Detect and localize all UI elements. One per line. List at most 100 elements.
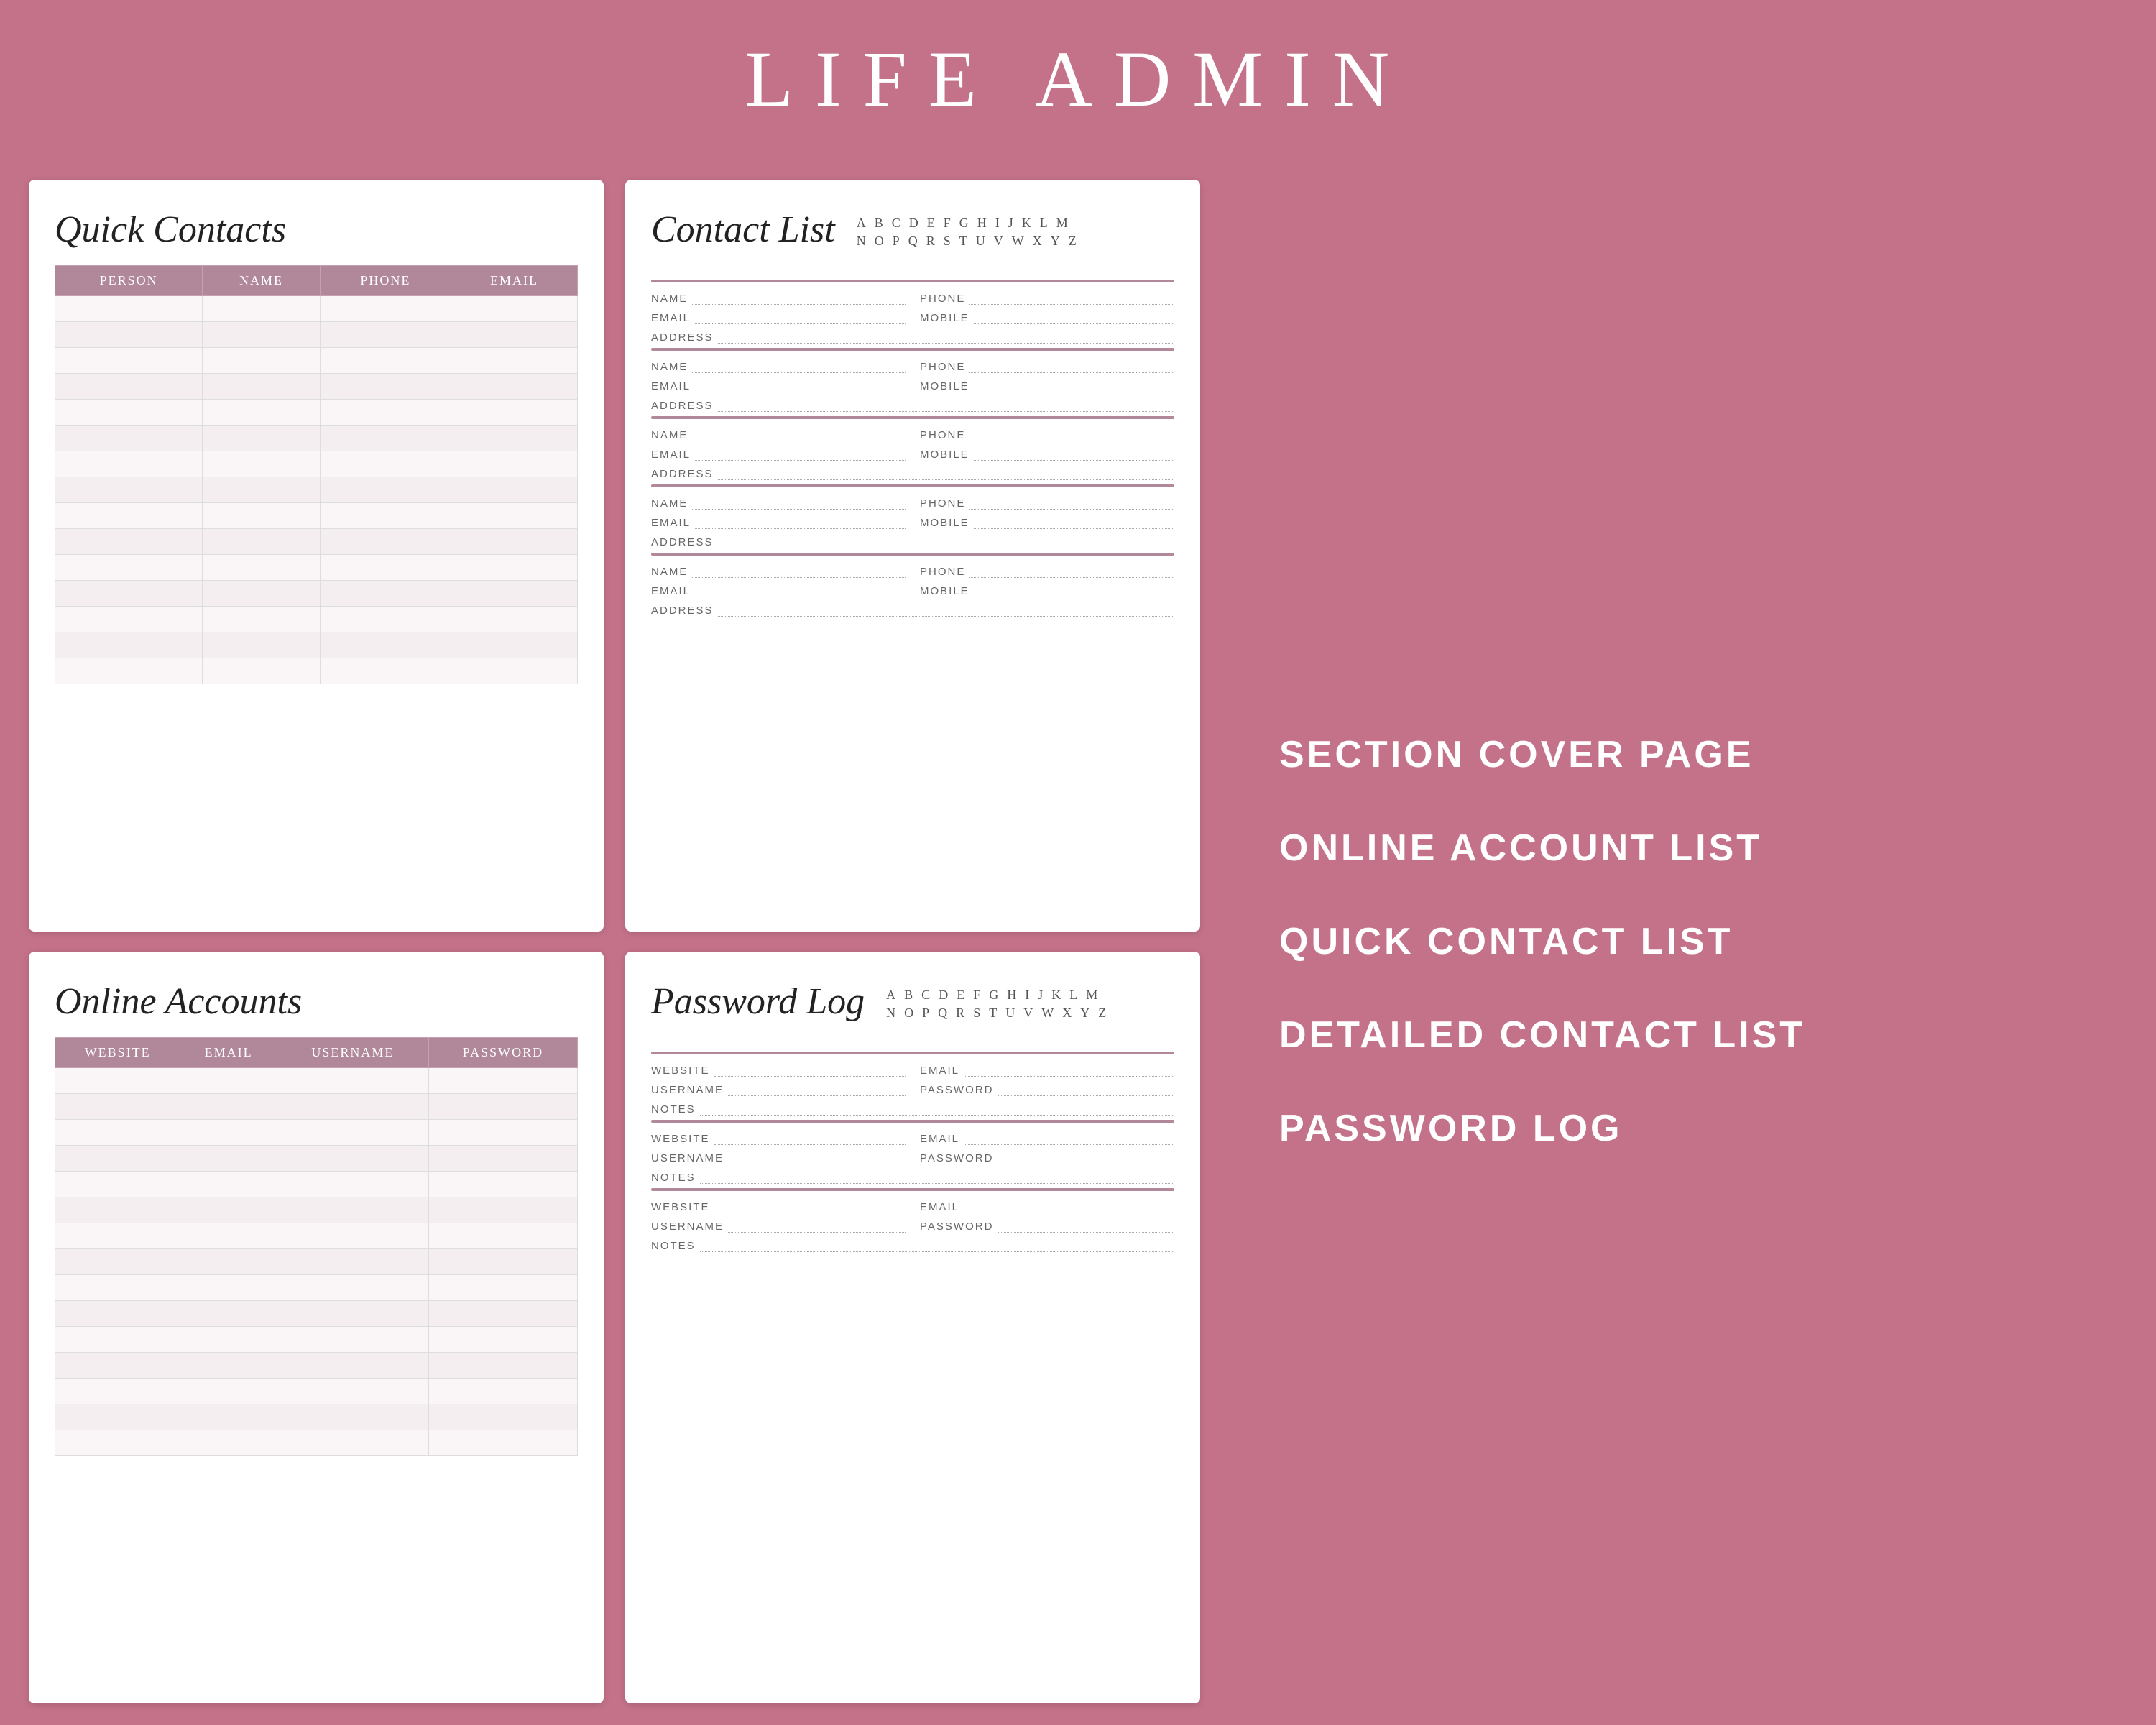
table-row — [55, 426, 578, 451]
quick-contacts-table: PERSON NAME PHONE EMAIL — [55, 265, 578, 684]
table-header-row: WEBSITE EMAIL USERNAME PASSWORD — [55, 1038, 578, 1068]
col-email: EMAIL — [451, 266, 578, 296]
contact-name-field: NAME — [651, 293, 906, 305]
contact-entry: NAME PHONE EMAIL MOBILE ADDRESS — [651, 280, 1174, 344]
contact-phone-field: PHONE — [920, 497, 1174, 510]
password-log-card: Password Log ABCDEFGHIJKLM NOPQRSTUVWXYZ… — [625, 952, 1200, 1703]
table-row — [55, 322, 578, 348]
col-password: PASSWORD — [428, 1038, 577, 1068]
table-row — [55, 1275, 578, 1301]
contact-phone-field: PHONE — [920, 293, 1174, 305]
mid-column: Contact List ABCDEFGHIJKLM NOPQRSTUVWXYZ… — [625, 180, 1200, 1703]
alphabet-row1: ABCDEFGHIJKLM — [857, 216, 1078, 231]
password-entry: WEBSITE EMAIL USERNAME PASSWORD NOTES — [651, 1120, 1174, 1184]
contact-divider — [651, 348, 1174, 351]
contact-list-card: Contact List ABCDEFGHIJKLM NOPQRSTUVWXYZ… — [625, 180, 1200, 932]
pw-email-field: EMAIL — [920, 1201, 1174, 1213]
table-row — [55, 1094, 578, 1120]
contact-name-field: NAME — [651, 566, 906, 578]
table-row — [55, 529, 578, 555]
table-row — [55, 1327, 578, 1353]
main-content: Quick Contacts PERSON NAME PHONE EMAIL O… — [0, 158, 2156, 1725]
sidebar-item-quick-contact[interactable]: QUICK CONTACT LIST — [1279, 920, 1733, 963]
online-accounts-card: Online Accounts WEBSITE EMAIL USERNAME P… — [29, 952, 604, 1703]
table-row — [55, 581, 578, 607]
contact-name-field: NAME — [651, 361, 906, 373]
contact-entries: NAME PHONE EMAIL MOBILE ADDRESS NAME — [651, 280, 1174, 617]
page-title: LIFE ADMIN — [745, 34, 1411, 125]
password-alphabet-row2: NOPQRSTUVWXYZ — [886, 1006, 1107, 1021]
sidebar-item-section-cover[interactable]: SECTION COVER PAGE — [1279, 733, 1754, 776]
contact-mobile-field: MOBILE — [920, 585, 1174, 597]
table-row — [55, 348, 578, 374]
col-email: EMAIL — [180, 1038, 277, 1068]
table-row — [55, 1430, 578, 1456]
password-alphabet-row1: ABCDEFGHIJKLM — [886, 988, 1107, 1003]
contact-name-field: NAME — [651, 429, 906, 441]
sidebar-item-online-account[interactable]: ONLINE ACCOUNT LIST — [1279, 827, 1762, 870]
contact-name-field: NAME — [651, 497, 906, 510]
pw-username-field: USERNAME — [651, 1084, 906, 1096]
pw-email-field: EMAIL — [920, 1064, 1174, 1077]
table-row — [55, 296, 578, 322]
contact-entry: NAME PHONE EMAIL MOBILE ADDRESS — [651, 348, 1174, 412]
table-row — [55, 658, 578, 684]
col-username: USERNAME — [277, 1038, 428, 1068]
left-column: Quick Contacts PERSON NAME PHONE EMAIL O… — [29, 180, 604, 1703]
pw-email-field: EMAIL — [920, 1133, 1174, 1145]
col-person: PERSON — [55, 266, 203, 296]
pw-website-field: WEBSITE — [651, 1064, 906, 1077]
password-alphabet-container: ABCDEFGHIJKLM NOPQRSTUVWXYZ — [886, 980, 1107, 1021]
alphabet-row2: NOPQRSTUVWXYZ — [857, 234, 1078, 249]
contact-mobile-field: MOBILE — [920, 380, 1174, 392]
table-row — [55, 1404, 578, 1430]
contact-divider — [651, 484, 1174, 487]
table-row — [55, 1068, 578, 1094]
pw-username-field: USERNAME — [651, 1220, 906, 1233]
table-row — [55, 632, 578, 658]
password-divider — [651, 1188, 1174, 1191]
table-row — [55, 555, 578, 581]
password-log-header: Password Log ABCDEFGHIJKLM NOPQRSTUVWXYZ — [651, 980, 1174, 1037]
pw-password-field: PASSWORD — [920, 1220, 1174, 1233]
sidebar-item-password-log[interactable]: PASSWORD LOG — [1279, 1107, 1622, 1150]
table-header-row: PERSON NAME PHONE EMAIL — [55, 266, 578, 296]
contact-mobile-field: MOBILE — [920, 312, 1174, 324]
contact-mobile-field: MOBILE — [920, 517, 1174, 529]
password-divider — [651, 1052, 1174, 1054]
col-name: NAME — [203, 266, 320, 296]
table-row — [55, 400, 578, 426]
table-row — [55, 1146, 578, 1172]
contact-divider — [651, 280, 1174, 282]
contact-email-field: EMAIL — [651, 448, 906, 461]
online-accounts-table: WEBSITE EMAIL USERNAME PASSWORD — [55, 1037, 578, 1456]
table-row — [55, 1379, 578, 1404]
table-row — [55, 1172, 578, 1197]
contact-phone-field: PHONE — [920, 361, 1174, 373]
password-divider — [651, 1120, 1174, 1123]
table-row — [55, 1353, 578, 1379]
contact-phone-field: PHONE — [920, 566, 1174, 578]
table-row — [55, 1249, 578, 1275]
table-row — [55, 607, 578, 632]
quick-contacts-title: Quick Contacts — [55, 208, 578, 251]
pw-website-field: WEBSITE — [651, 1133, 906, 1145]
pw-password-field: PASSWORD — [920, 1152, 1174, 1164]
page-header: LIFE ADMIN — [0, 0, 2156, 158]
table-row — [55, 1120, 578, 1146]
contact-list-header: Contact List ABCDEFGHIJKLM NOPQRSTUVWXYZ — [651, 208, 1174, 265]
pw-website-field: WEBSITE — [651, 1201, 906, 1213]
table-row — [55, 374, 578, 400]
password-entry: WEBSITE EMAIL USERNAME PASSWORD NOTES — [651, 1052, 1174, 1116]
table-row — [55, 451, 578, 477]
contact-entry: NAME PHONE EMAIL MOBILE ADDRESS — [651, 416, 1174, 480]
contact-mobile-field: MOBILE — [920, 448, 1174, 461]
contact-email-field: EMAIL — [651, 585, 906, 597]
contact-list-title: Contact List — [651, 208, 835, 251]
pw-username-field: USERNAME — [651, 1152, 906, 1164]
table-row — [55, 1197, 578, 1223]
sidebar-item-detailed-contact[interactable]: DETAILED CONTACT LIST — [1279, 1013, 1805, 1057]
table-row — [55, 503, 578, 529]
online-accounts-title: Online Accounts — [55, 980, 578, 1023]
table-row — [55, 1223, 578, 1249]
